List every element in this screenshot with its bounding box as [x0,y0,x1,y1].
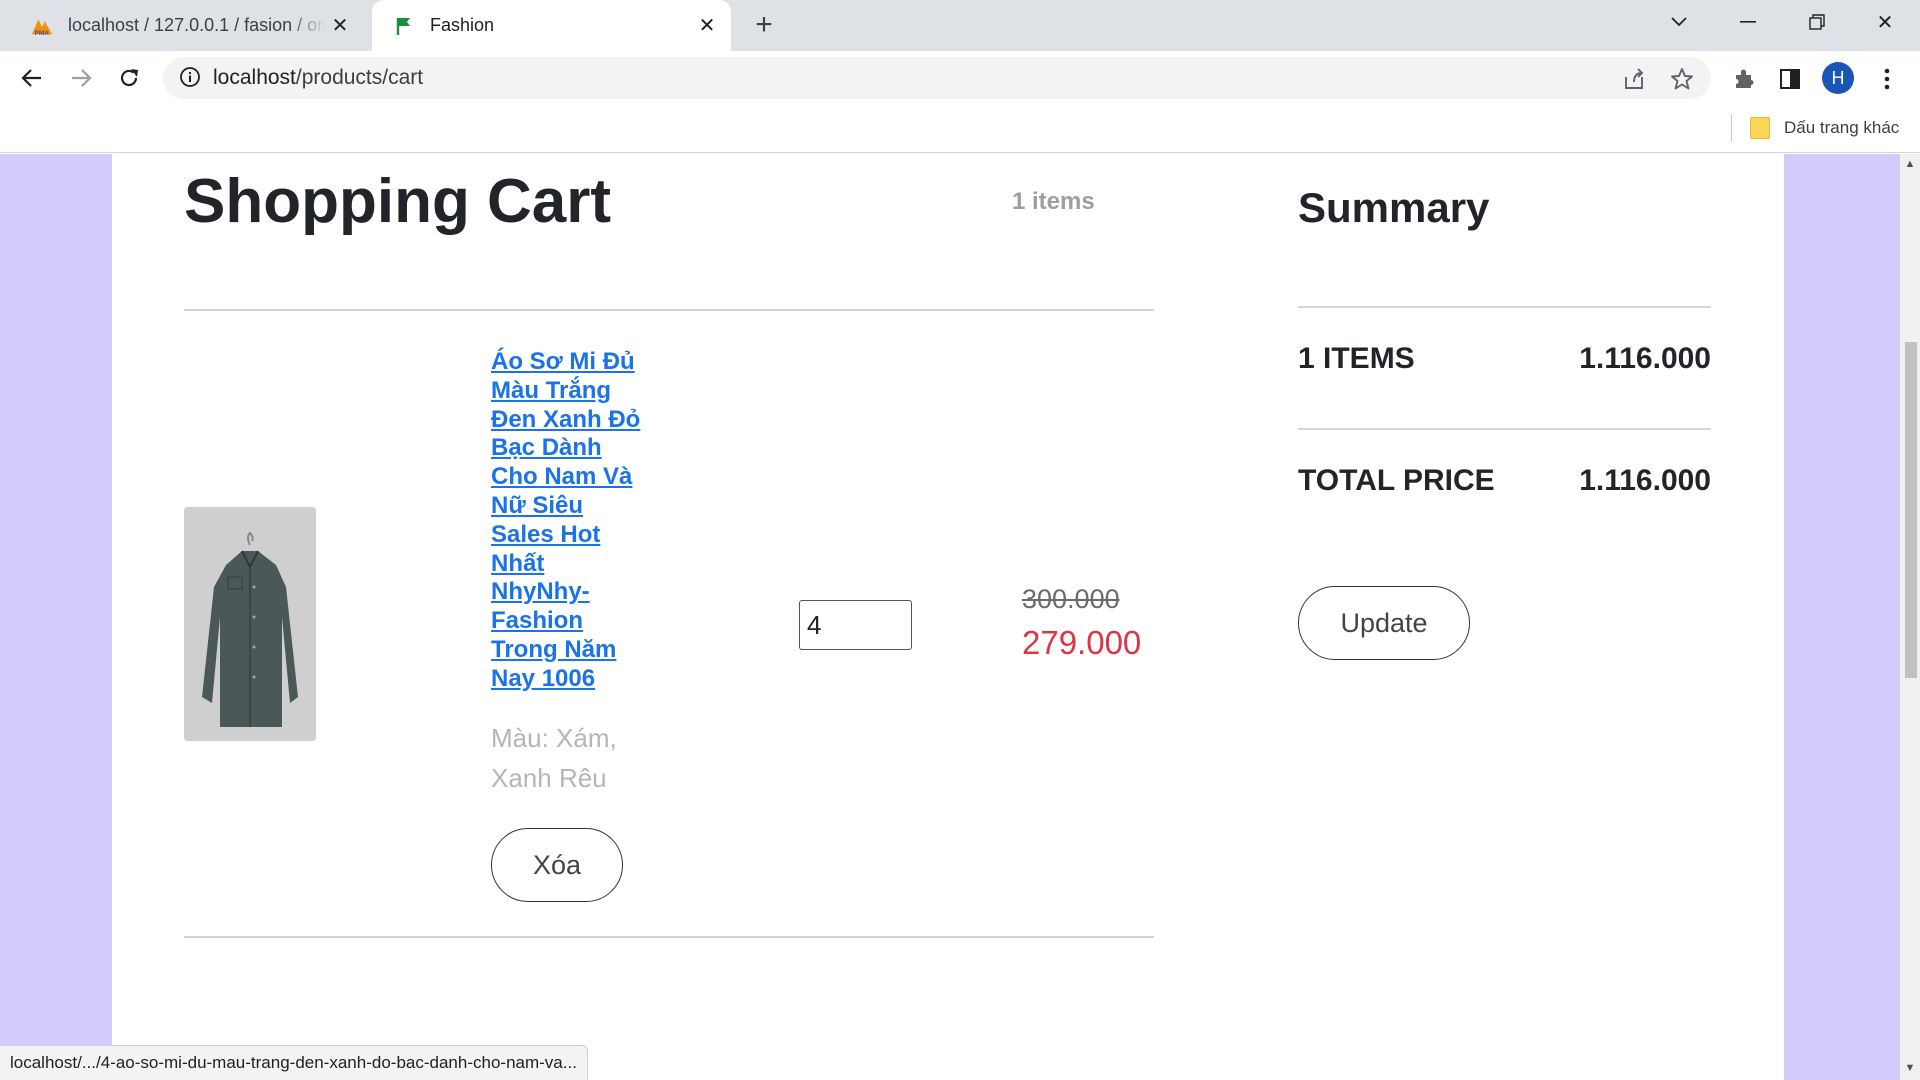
flag-icon [392,14,416,38]
scroll-down-arrow-icon[interactable]: ▼ [1904,1062,1916,1074]
new-tab-button[interactable]: + [748,10,780,42]
page-scrollbar[interactable]: ▲ ▼ [1900,154,1920,1080]
update-cart-button[interactable]: Update [1298,586,1470,660]
cart-card: Shopping Cart 1 items Áo Sơ Mi Đủ Màu Tr… [112,154,1784,1080]
close-tab-icon[interactable]: ✕ [326,12,354,40]
scroll-up-arrow-icon[interactable]: ▲ [1904,158,1916,170]
reload-icon[interactable] [111,60,147,96]
bookmark-star-icon[interactable] [1669,66,1695,92]
summary-title: Summary [1298,184,1490,231]
bookmarks-separator [1731,115,1732,141]
folder-icon [1750,117,1770,139]
tab-strip: PMA localhost / 127.0.0.1 / fasion / ord… [0,0,1920,51]
url-host: localhost [213,66,296,89]
cart-divider-bottom [184,936,1154,938]
tab-fashion[interactable]: Fashion ✕ [372,0,731,51]
cart-item-count: 1 items [1012,188,1095,215]
tab-search-icon[interactable] [1644,0,1714,44]
forward-icon[interactable] [63,60,99,96]
cart-title: Shopping Cart [184,167,612,236]
profile-avatar[interactable]: H [1822,62,1854,94]
site-info-icon[interactable] [179,66,203,90]
product-name-link[interactable]: Áo Sơ Mi Đủ Màu Trắng Đen Xanh Đỏ Bạc Dà… [491,348,641,694]
browser-toolbar: localhost/products/cart H [0,51,1920,105]
sale-price: 279.000 [1022,624,1142,661]
quantity-input[interactable] [799,600,912,650]
bookmarks-bar: Dấu trang khác [0,105,1920,153]
page-viewport: Shopping Cart 1 items Áo Sơ Mi Đủ Màu Tr… [0,154,1900,1080]
close-tab-icon[interactable]: ✕ [693,12,721,40]
url-path: /products/cart [295,66,424,89]
summary-items-value: 1.116.000 [1579,342,1711,375]
remove-item-button[interactable]: Xóa [491,828,623,902]
summary-divider-bottom [1298,428,1711,430]
side-panel-icon[interactable] [1776,65,1804,93]
phpmyadmin-icon: PMA [30,14,54,38]
share-icon[interactable] [1621,66,1647,92]
browser-window: PMA localhost / 127.0.0.1 / fasion / ord… [0,0,1920,1080]
extensions-icon[interactable] [1730,65,1758,93]
menu-dots-icon[interactable] [1873,65,1901,93]
scrollbar-thumb[interactable] [1905,342,1917,678]
original-price: 300.000 [1022,584,1120,614]
summary-total-row: TOTAL PRICE 1.116.000 [1298,464,1711,498]
summary-items-label: 1 ITEMS [1298,342,1415,375]
tab-title: Fashion [430,15,495,35]
other-bookmarks-label: Dấu trang khác [1784,118,1900,137]
cart-divider-top [184,309,1154,311]
close-window-icon[interactable]: ✕ [1850,0,1920,44]
url-text: localhost/products/cart [213,66,423,90]
svg-text:PMA: PMA [35,30,50,37]
summary-items-row: 1 ITEMS 1.116.000 [1298,342,1711,376]
other-bookmarks-folder[interactable]: Dấu trang khác [1750,117,1899,139]
summary-total-label: TOTAL PRICE [1298,464,1495,497]
summary-total-value: 1.116.000 [1579,464,1711,497]
restore-icon[interactable] [1782,0,1852,44]
minimize-icon[interactable] [1713,0,1783,44]
address-bar[interactable]: localhost/products/cart [163,57,1711,99]
back-icon[interactable] [14,60,50,96]
product-variant: Màu: Xám, Xanh Rêu [491,723,617,793]
product-thumbnail[interactable] [184,507,316,741]
summary-divider-top [1298,306,1711,308]
status-bar-url: localhost/.../4-ao-so-mi-du-mau-trang-de… [0,1045,588,1080]
tab-phpmyadmin[interactable]: PMA localhost / 127.0.0.1 / fasion / ord… [14,0,364,51]
tab-title: localhost / 127.0.0.1 / fasion / orders [68,15,326,35]
